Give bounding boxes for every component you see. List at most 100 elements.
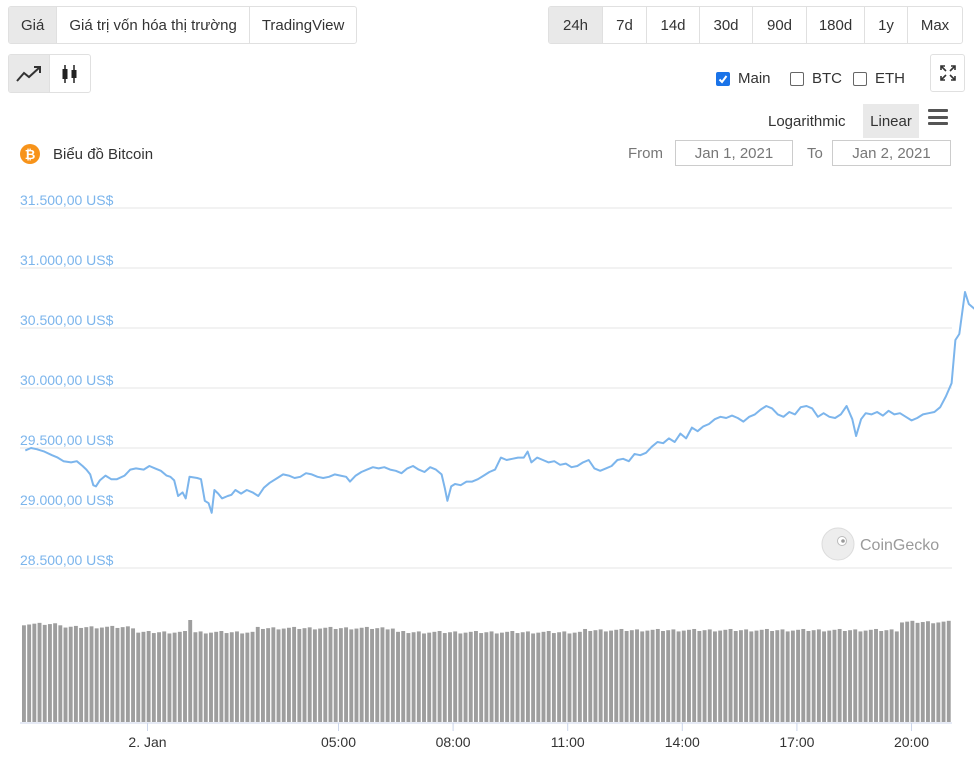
- x-tick-label: 14:00: [665, 734, 700, 750]
- volume-bar: [406, 633, 411, 722]
- volume-bar: [32, 623, 37, 722]
- volume-bar: [822, 631, 827, 722]
- x-axis: 2. Jan 05:00 08:00 11:00 14:00 17:00 20:00: [20, 722, 952, 750]
- volume-bar: [110, 625, 115, 722]
- volume-bar: [42, 624, 47, 722]
- volume-bar: [692, 628, 697, 722]
- volume-bar: [442, 633, 447, 722]
- volume-bar: [167, 633, 172, 722]
- volume-bar: [120, 627, 125, 722]
- volume-bar: [157, 632, 161, 722]
- volume-bar: [785, 631, 790, 722]
- volume-bar: [390, 628, 395, 722]
- volume-bar: [53, 623, 58, 722]
- volume-bar: [307, 627, 312, 722]
- volume-bar: [874, 628, 878, 722]
- volume-bar: [551, 633, 556, 722]
- volume-bar: [312, 629, 317, 722]
- volume-bar: [297, 628, 302, 722]
- volume-bar: [567, 633, 572, 722]
- volume-bar: [22, 625, 26, 722]
- volume-bar: [338, 628, 343, 722]
- volume-bar: [494, 633, 499, 722]
- y-tick-label: 29.000,00 US$: [20, 492, 114, 508]
- volume-bar: [635, 629, 639, 722]
- y-axis-labels: 28.500,00 US$ 29.000,00 US$ 29.500,00 US$ 3…: [20, 192, 114, 568]
- volume-bar: [697, 631, 702, 722]
- volume-bar: [245, 632, 250, 722]
- y-tick-label: 29.500,00 US$: [20, 432, 114, 448]
- volume-bar: [541, 631, 546, 722]
- volume-bar: [894, 631, 899, 722]
- volume-bar: [936, 622, 941, 722]
- volume-bar: [411, 632, 416, 722]
- volume-bar: [84, 627, 89, 722]
- volume-bar: [941, 621, 946, 722]
- volume-bar: [853, 629, 858, 722]
- volume-bar: [546, 631, 551, 722]
- volume-bar: [162, 631, 167, 722]
- volume-bar: [193, 632, 198, 722]
- volume-bar: [713, 631, 717, 722]
- volume-bar: [94, 628, 99, 722]
- volume-bar: [333, 628, 338, 722]
- y-tick-label: 28.500,00 US$: [20, 552, 114, 568]
- volume-bar: [453, 631, 458, 722]
- volume-bar: [562, 631, 567, 722]
- volume-bar: [375, 628, 380, 722]
- volume-bar: [707, 629, 712, 722]
- volume-bar: [744, 629, 749, 722]
- volume-bar: [858, 631, 863, 722]
- volume-bar: [629, 630, 634, 722]
- volume-bar: [603, 631, 608, 722]
- volume-bar: [775, 630, 780, 722]
- volume-bar: [468, 631, 473, 722]
- volume-bar: [364, 626, 369, 722]
- volume-bar: [842, 631, 847, 722]
- volume-bar: [302, 628, 307, 722]
- volume-bar: [770, 631, 775, 722]
- volume-bar: [37, 622, 42, 722]
- volume-bar: [931, 623, 936, 722]
- volume-bar: [229, 632, 234, 722]
- volume-bar: [816, 629, 821, 722]
- volume-bar: [209, 632, 213, 722]
- price-chart[interactable]: 28.500,00 US$ 29.000,00 US$ 29.500,00 US$ 3…: [0, 0, 974, 768]
- volume-bar: [396, 631, 400, 722]
- volume-bar: [588, 631, 593, 722]
- y-tick-label: 30.000,00 US$: [20, 372, 114, 388]
- volume-bar: [318, 628, 323, 722]
- volume-bar: [619, 628, 624, 722]
- volume-bar: [723, 629, 728, 722]
- volume-bar: [837, 628, 842, 722]
- volume-bar: [759, 629, 764, 722]
- x-tick-label: 17:00: [779, 734, 814, 750]
- volume-bar: [260, 628, 265, 722]
- volume-bar: [666, 630, 671, 722]
- volume-bar: [73, 625, 78, 722]
- volume-bar: [764, 628, 769, 722]
- volume-bar: [733, 631, 738, 722]
- volume-bar: [271, 627, 276, 722]
- volume-bar: [920, 622, 925, 722]
- volume-bar: [827, 630, 832, 722]
- volume-bar: [286, 627, 291, 722]
- volume-bar: [848, 630, 852, 722]
- volume-bar: [463, 632, 468, 722]
- volume-bar: [281, 628, 286, 722]
- volume-bar: [255, 626, 260, 722]
- volume-bar: [323, 627, 328, 722]
- volume-bar: [572, 632, 577, 722]
- volume-bar: [801, 628, 806, 722]
- volume-bar: [219, 631, 224, 722]
- volume-bar: [520, 632, 525, 722]
- volume-bar: [671, 629, 676, 722]
- volume-bar: [910, 620, 915, 722]
- volume-bar: [728, 628, 733, 722]
- volume-bar: [640, 631, 645, 722]
- volume-bar: [266, 628, 271, 722]
- volume-bar: [510, 631, 515, 722]
- volume-bar: [188, 620, 193, 722]
- volume-bar: [27, 624, 32, 722]
- volume-bar: [505, 631, 510, 722]
